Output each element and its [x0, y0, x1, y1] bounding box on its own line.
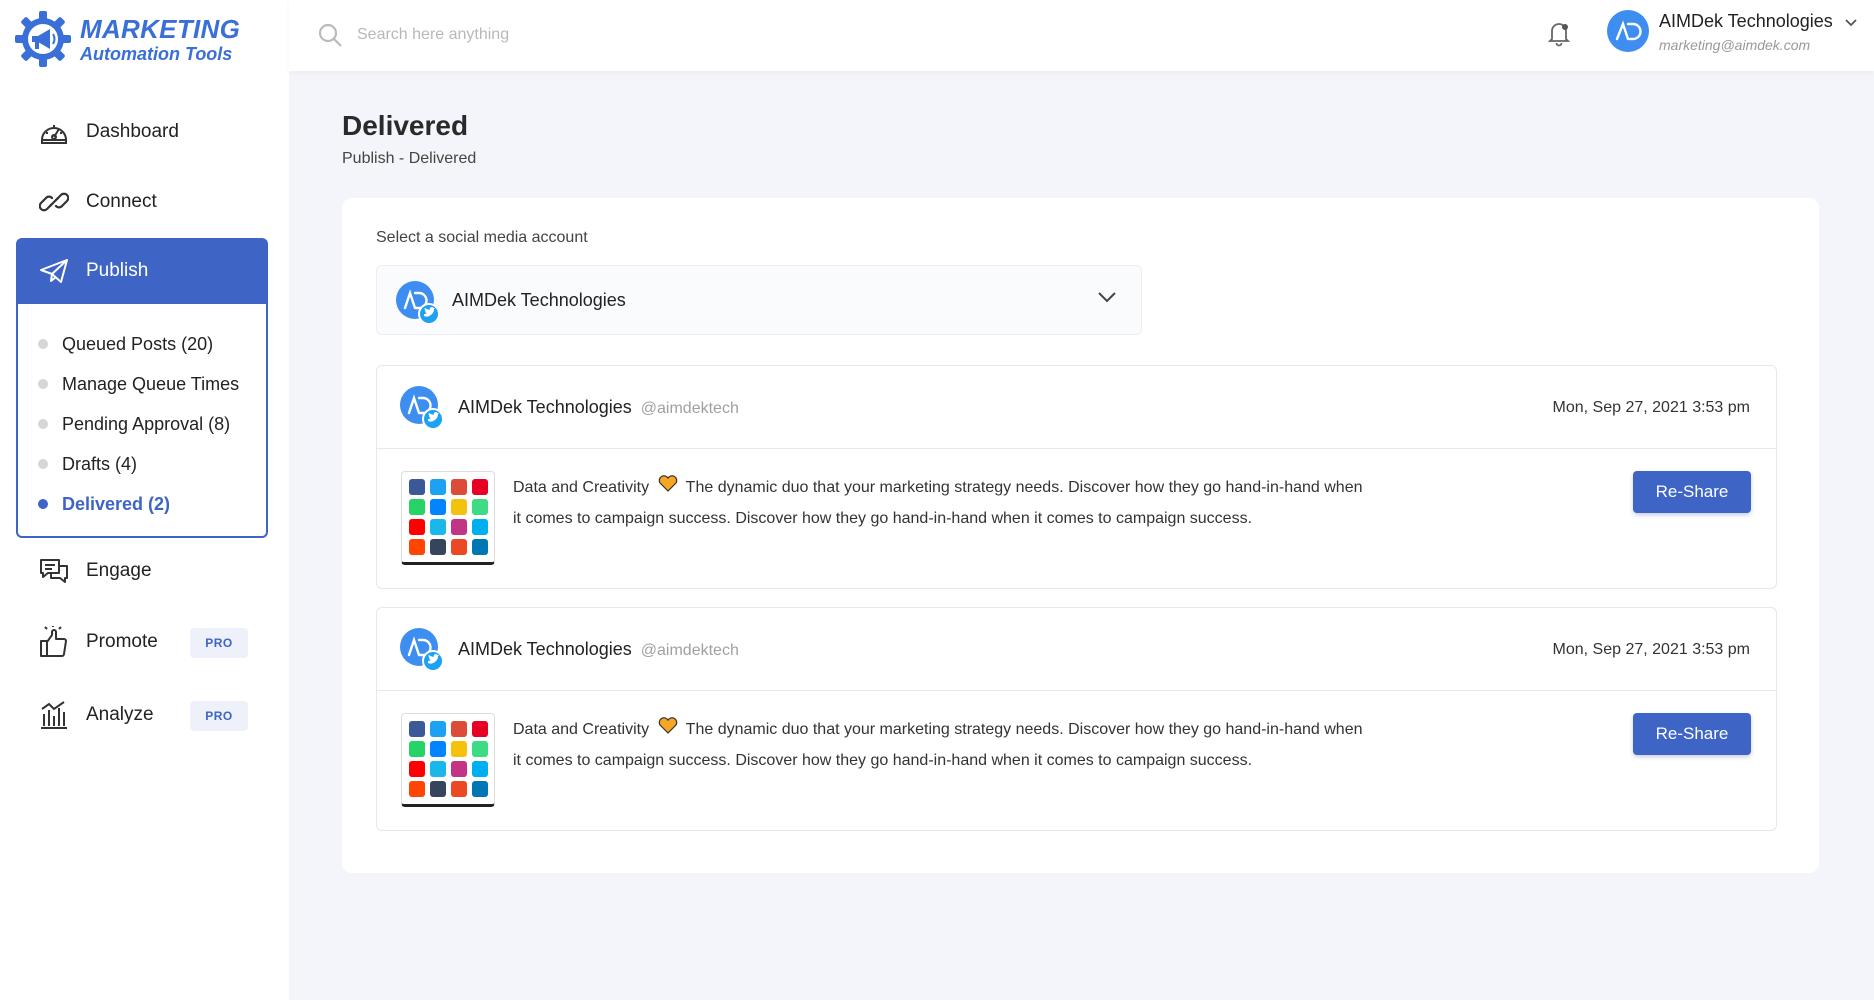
- sidebar-item-label: Publish: [86, 260, 149, 281]
- bar-chart-icon: [38, 699, 70, 731]
- post-card: AIMDek Technologies @aimdektech Mon, Sep…: [376, 607, 1777, 831]
- brand-subtitle: Automation Tools: [80, 43, 233, 64]
- delivered-panel: Select a social media account AIMDek Tec…: [342, 198, 1819, 873]
- heart-icon: [658, 714, 678, 745]
- selected-account-name: AIMDek Technologies: [452, 290, 626, 310]
- post-text-lead: Data and Creativity: [513, 721, 650, 738]
- megaphone-gear-icon: [15, 11, 71, 67]
- brand-title: MARKETING: [80, 13, 241, 44]
- post-header: AIMDek Technologies @aimdektech Mon, Sep…: [377, 366, 1776, 449]
- post-timestamp: Mon, Sep 27, 2021 3:53 pm: [1552, 641, 1750, 658]
- post-thumbnail[interactable]: [401, 713, 495, 807]
- post-card: AIMDek Technologies @aimdektech Mon, Sep…: [376, 365, 1777, 589]
- link-icon: [38, 186, 70, 218]
- sidebar-item-promote[interactable]: Promote PRO: [16, 609, 268, 675]
- post-account-handle: @aimdektech: [640, 642, 739, 659]
- reshare-button[interactable]: Re-Share: [1633, 713, 1751, 755]
- submenu-item-manage-queue-times[interactable]: Manage Queue Times: [18, 364, 266, 404]
- bullet-dot: [38, 499, 48, 509]
- bullet-dot: [38, 379, 48, 389]
- account-avatar: [395, 280, 441, 326]
- chat-bubbles-icon: [38, 555, 70, 587]
- bullet-dot: [38, 339, 48, 349]
- speedometer-icon: [38, 116, 70, 148]
- top-bar: AIMDek Technologies marketing@aimdek.com: [289, 0, 1874, 71]
- submenu-item-queued-posts[interactable]: Queued Posts (20): [18, 324, 266, 364]
- sidebar-item-label: Connect: [86, 191, 157, 212]
- chevron-down-icon[interactable]: [1844, 15, 1858, 33]
- user-avatar[interactable]: [1607, 10, 1649, 52]
- sidebar-item-dashboard[interactable]: Dashboard: [16, 99, 268, 165]
- post-account[interactable]: AIMDek Technologies @aimdektech: [458, 397, 739, 418]
- account-avatar: [399, 385, 445, 431]
- publish-submenu: Queued Posts (20) Manage Queue Times Pen…: [16, 304, 268, 538]
- sidebar-item-analyze[interactable]: Analyze PRO: [16, 682, 268, 748]
- bullet-dot: [38, 459, 48, 469]
- post-account-handle: @aimdektech: [640, 400, 739, 417]
- paper-plane-icon: [38, 255, 70, 287]
- submenu-item-label: Delivered (2): [62, 493, 171, 514]
- submenu-item-label: Queued Posts (20): [62, 333, 214, 354]
- post-timestamp: Mon, Sep 27, 2021 3:53 pm: [1552, 399, 1750, 416]
- post-thumbnail[interactable]: [401, 471, 495, 565]
- sidebar-item-publish[interactable]: Publish: [16, 238, 268, 304]
- sidebar-item-engage[interactable]: Engage: [16, 538, 268, 604]
- post-account[interactable]: AIMDek Technologies @aimdektech: [458, 639, 739, 660]
- submenu-item-drafts[interactable]: Drafts (4): [18, 444, 266, 484]
- social-icons-grid: [408, 721, 488, 797]
- account-avatar: [399, 627, 445, 673]
- sidebar-item-label: Promote: [86, 631, 158, 652]
- post-header: AIMDek Technologies @aimdektech Mon, Sep…: [377, 608, 1776, 691]
- post-text: Data and Creativity The dynamic duo that…: [513, 714, 1373, 776]
- sidebar-item-label: Engage: [86, 560, 152, 581]
- user-email: marketing@aimdek.com: [1659, 37, 1811, 53]
- chevron-down-icon: [1097, 290, 1117, 309]
- brand-logo[interactable]: MARKETING Automation Tools: [14, 10, 240, 68]
- submenu-item-label: Pending Approval (8): [62, 413, 231, 434]
- select-account-label: Select a social media account: [376, 229, 588, 246]
- pro-badge: PRO: [190, 628, 248, 658]
- search-input[interactable]: [357, 20, 857, 50]
- account-select-dropdown[interactable]: AIMDek Technologies: [376, 265, 1142, 335]
- sidebar: MARKETING Automation Tools Dashboard Con…: [0, 0, 289, 1000]
- pro-badge: PRO: [190, 701, 248, 731]
- heart-icon: [658, 472, 678, 503]
- user-name[interactable]: AIMDek Technologies: [1659, 11, 1833, 32]
- bullet-dot: [38, 419, 48, 429]
- submenu-item-label: Drafts (4): [62, 453, 138, 474]
- post-account-name: AIMDek Technologies: [458, 639, 632, 659]
- sidebar-item-label: Dashboard: [86, 121, 179, 142]
- submenu-item-label: Manage Queue Times: [62, 373, 240, 394]
- notification-bell-icon[interactable]: [1544, 18, 1574, 48]
- post-account-name: AIMDek Technologies: [458, 397, 632, 417]
- thumbs-up-icon: [38, 626, 70, 658]
- breadcrumb: Publish - Delivered: [342, 150, 477, 167]
- post-text: Data and Creativity The dynamic duo that…: [513, 472, 1373, 534]
- sidebar-item-connect[interactable]: Connect: [16, 169, 268, 235]
- sidebar-item-label: Analyze: [86, 704, 154, 725]
- submenu-item-pending-approval[interactable]: Pending Approval (8): [18, 404, 266, 444]
- page-title: Delivered: [342, 110, 469, 141]
- social-icons-grid: [408, 479, 488, 555]
- search-icon: [317, 22, 343, 53]
- reshare-button[interactable]: Re-Share: [1633, 471, 1751, 513]
- submenu-item-delivered[interactable]: Delivered (2): [18, 484, 266, 524]
- post-text-lead: Data and Creativity: [513, 479, 650, 496]
